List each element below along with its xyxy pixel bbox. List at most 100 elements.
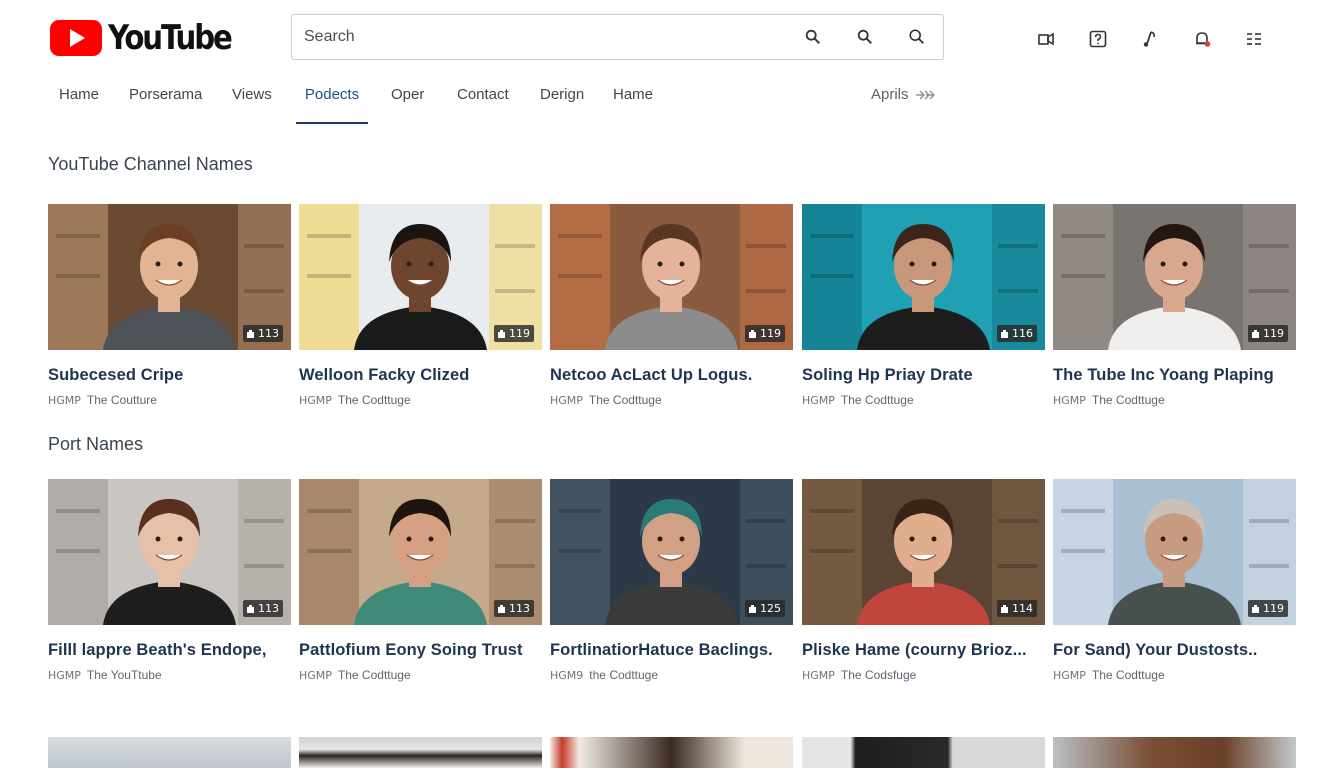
youtube-logo[interactable]: YouTube bbox=[50, 20, 251, 56]
video-card[interactable]: 125 FortlinatiorHatuce Baclings. HGM9 the… bbox=[550, 479, 793, 682]
video-thumbnail[interactable]: 119 bbox=[550, 204, 793, 350]
video-meta: HGM9 the Codttuge bbox=[550, 668, 793, 682]
channel-name[interactable]: The Coutture bbox=[87, 393, 157, 407]
section-title-channel-names: YouTube Channel Names bbox=[48, 154, 253, 174]
video-title[interactable]: Subecesed Cripe bbox=[48, 366, 291, 385]
search-button-2[interactable] bbox=[839, 15, 891, 59]
video-camera-icon bbox=[749, 604, 756, 613]
duration-badge: 119 bbox=[1248, 600, 1288, 617]
video-camera-icon bbox=[749, 329, 756, 338]
channel-name[interactable]: The Codttuge bbox=[338, 668, 411, 682]
video-tag: HGMP bbox=[802, 669, 835, 682]
nav-more-link[interactable]: Aprils bbox=[871, 76, 935, 114]
header-actions bbox=[1020, 26, 1280, 52]
search-icon bbox=[909, 29, 924, 44]
channel-name[interactable]: The Codttuge bbox=[338, 393, 411, 407]
channel-name[interactable]: the Codttuge bbox=[589, 668, 658, 682]
video-card[interactable]: 113 Filll lappre Beath's Endope, HGMP The… bbox=[48, 479, 291, 682]
video-camera-icon bbox=[1252, 329, 1259, 338]
tab-derign[interactable]: Derign bbox=[540, 76, 584, 122]
duration-text: 125 bbox=[760, 602, 781, 615]
upload-button[interactable] bbox=[1020, 26, 1072, 52]
apps-grid-icon bbox=[1247, 33, 1261, 45]
channel-name[interactable]: The Codttuge bbox=[1092, 668, 1165, 682]
music-button[interactable] bbox=[1124, 26, 1176, 52]
tab-contact[interactable]: Contact bbox=[457, 76, 509, 122]
tab-porserama[interactable]: Porserama bbox=[129, 76, 202, 122]
video-thumbnail[interactable]: 113 bbox=[299, 479, 542, 625]
apps-button[interactable] bbox=[1228, 26, 1280, 52]
video-thumbnail[interactable]: 113 bbox=[48, 204, 291, 350]
duration-text: 119 bbox=[509, 327, 530, 340]
video-tag: HGM9 bbox=[550, 669, 584, 682]
duration-text: 119 bbox=[1263, 327, 1284, 340]
video-tag: HGMP bbox=[550, 394, 583, 407]
video-camera-icon bbox=[498, 329, 505, 338]
search-button-3[interactable] bbox=[891, 15, 943, 59]
video-grid-3-partial bbox=[48, 737, 1298, 768]
video-camera-icon bbox=[247, 604, 254, 613]
video-card[interactable]: 113 Subecesed Cripe HGMP The Coutture bbox=[48, 204, 291, 407]
channel-name[interactable]: The YouTtube bbox=[87, 668, 162, 682]
channel-name[interactable]: The Codsfuge bbox=[841, 668, 916, 682]
duration-badge: 119 bbox=[494, 325, 534, 342]
channel-name[interactable]: The Codttuge bbox=[841, 393, 914, 407]
video-camera-icon bbox=[247, 329, 254, 338]
video-thumbnail[interactable]: 114 bbox=[802, 479, 1045, 625]
video-card[interactable]: 119 The Tube Inc Yoang Plaping HGMP The C… bbox=[1053, 204, 1296, 407]
youtube-play-logo-icon bbox=[50, 20, 102, 56]
video-title[interactable]: The Tube Inc Yoang Plaping bbox=[1053, 366, 1296, 385]
duration-text: 113 bbox=[258, 327, 279, 340]
double-arrow-right-icon bbox=[915, 90, 935, 100]
tab-podects[interactable]: Podects bbox=[296, 76, 368, 124]
search-input[interactable] bbox=[292, 15, 787, 59]
video-thumbnail[interactable]: 125 bbox=[550, 479, 793, 625]
video-card[interactable]: 119 Welloon Facky Clized HGMP The Codttug… bbox=[299, 204, 542, 407]
video-thumbnail-partial[interactable] bbox=[48, 737, 291, 768]
video-title[interactable]: Netcoo AcLact Up Logus. bbox=[550, 366, 793, 385]
help-button[interactable] bbox=[1072, 26, 1124, 52]
video-thumbnail-partial[interactable] bbox=[550, 737, 793, 768]
video-thumbnail-partial[interactable] bbox=[299, 737, 542, 768]
youtube-app: YouTube Search Hame Porserama Views Pode… bbox=[0, 0, 1344, 768]
video-title[interactable]: Welloon Facky Clized bbox=[299, 366, 542, 385]
video-thumbnail[interactable]: 119 bbox=[1053, 479, 1296, 625]
channel-name[interactable]: The Codttuge bbox=[589, 393, 662, 407]
video-title[interactable]: For Sand) Your Dustosts.. bbox=[1053, 641, 1296, 660]
search-button-1[interactable] bbox=[787, 15, 839, 59]
search-icon bbox=[805, 29, 821, 45]
video-title[interactable]: Pliske Hame (courny Brioz... bbox=[802, 641, 1045, 660]
channel-name[interactable]: The Codttuge bbox=[1092, 393, 1165, 407]
duration-badge: 114 bbox=[997, 600, 1037, 617]
video-title[interactable]: Soling Hp Priay Drate bbox=[802, 366, 1045, 385]
video-thumbnail[interactable]: 113 bbox=[48, 479, 291, 625]
video-card[interactable]: 114 Pliske Hame (courny Brioz... HGMP The… bbox=[802, 479, 1045, 682]
duration-badge: 113 bbox=[243, 600, 283, 617]
tab-views[interactable]: Views bbox=[232, 76, 272, 122]
tab-hame-2[interactable]: Hame bbox=[613, 76, 653, 122]
duration-text: 116 bbox=[1012, 327, 1033, 340]
video-card[interactable]: 113 Pattlofium Eony Soing Trust HGMP The … bbox=[299, 479, 542, 682]
category-tabs: Hame Porserama Views Podects Oper Contac… bbox=[0, 76, 1344, 124]
video-tag: HGMP bbox=[1053, 669, 1086, 682]
tab-hame[interactable]: Hame bbox=[59, 76, 99, 122]
video-thumbnail[interactable]: 119 bbox=[299, 204, 542, 350]
duration-text: 113 bbox=[258, 602, 279, 615]
notifications-button[interactable] bbox=[1176, 26, 1228, 52]
video-thumbnail[interactable]: 119 bbox=[1053, 204, 1296, 350]
tab-oper[interactable]: Oper bbox=[391, 76, 424, 122]
video-tag: HGMP bbox=[48, 669, 81, 682]
nav-more-label: Aprils bbox=[871, 86, 909, 103]
video-thumbnail-partial[interactable] bbox=[802, 737, 1045, 768]
video-card[interactable]: 116 Soling Hp Priay Drate HGMP The Codttu… bbox=[802, 204, 1045, 407]
video-thumbnail[interactable]: 116 bbox=[802, 204, 1045, 350]
logo-text: YouTube bbox=[108, 18, 233, 58]
video-title[interactable]: Filll lappre Beath's Endope, bbox=[48, 641, 291, 660]
video-card[interactable]: 119 Netcoo AcLact Up Logus. HGMP The Codt… bbox=[550, 204, 793, 407]
video-tag: HGMP bbox=[299, 394, 332, 407]
video-title[interactable]: Pattlofium Eony Soing Trust bbox=[299, 641, 542, 660]
video-thumbnail-partial[interactable] bbox=[1053, 737, 1296, 768]
video-title[interactable]: FortlinatiorHatuce Baclings. bbox=[550, 641, 793, 660]
duration-badge: 113 bbox=[494, 600, 534, 617]
video-card[interactable]: 119 For Sand) Your Dustosts.. HGMP The Co… bbox=[1053, 479, 1296, 682]
